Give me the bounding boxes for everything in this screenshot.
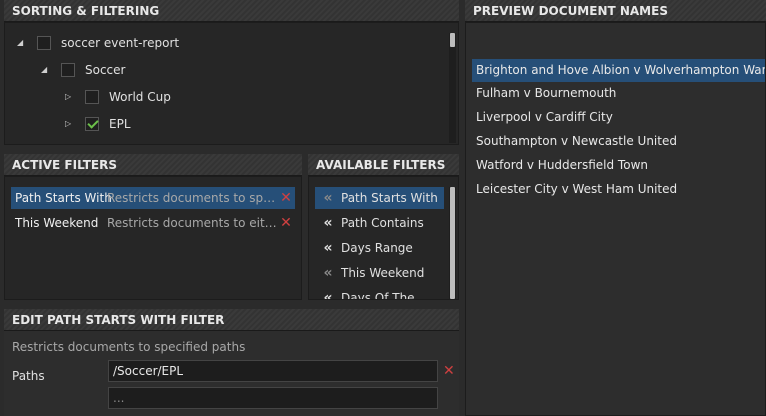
- available-filter-path-starts-with[interactable]: « Path Starts With: [315, 187, 444, 209]
- available-filter-label: Path Contains: [341, 216, 424, 230]
- preview-item[interactable]: Fulham v Bournemouth: [472, 82, 765, 105]
- active-filters-title: ACTIVE FILTERS: [4, 154, 302, 176]
- collapse-triangle-icon[interactable]: ▷: [65, 113, 75, 135]
- tree-item-soccer[interactable]: ◢ Soccer: [41, 59, 125, 81]
- collapse-triangle-icon[interactable]: ▷: [65, 86, 75, 108]
- tree-checkbox-checked[interactable]: [85, 117, 99, 131]
- available-filters-panel: AVAILABLE FILTERS « Path Starts With « P…: [308, 154, 459, 300]
- available-filter-days-range[interactable]: « Days Range: [315, 237, 444, 259]
- add-filter-icon[interactable]: «: [315, 237, 341, 259]
- active-filter-row[interactable]: Path Starts With Restricts documents to …: [11, 187, 295, 209]
- filter-name: Path Starts With: [15, 191, 112, 205]
- tree-item-label: EPL: [109, 117, 131, 131]
- add-filter-icon[interactable]: «: [315, 212, 341, 234]
- remove-filter-icon[interactable]: ✕: [277, 212, 295, 234]
- edit-filter-title: EDIT PATH STARTS WITH FILTER: [4, 309, 459, 331]
- tree-scrollbar[interactable]: [449, 33, 456, 143]
- add-filter-icon[interactable]: «: [315, 262, 341, 284]
- tree-checkbox[interactable]: [37, 36, 51, 50]
- tree-item-root[interactable]: ◢ soccer event-report: [17, 32, 179, 54]
- active-filters-panel: ACTIVE FILTERS Path Starts With Restrict…: [4, 154, 302, 300]
- available-filter-label: Days Range: [341, 241, 413, 255]
- paths-label: Paths: [12, 369, 45, 383]
- preview-item[interactable]: Watford v Huddersfield Town: [472, 154, 765, 177]
- available-filters-list: « Path Starts With « Path Contains « Day…: [308, 176, 459, 300]
- add-filter-icon[interactable]: «: [315, 287, 341, 299]
- active-filters-list: Path Starts With Restricts documents to …: [4, 176, 302, 300]
- add-filter-icon[interactable]: «: [315, 187, 341, 209]
- tree-checkbox[interactable]: [61, 63, 75, 77]
- expand-triangle-icon[interactable]: ◢: [17, 32, 27, 54]
- available-filters-title: AVAILABLE FILTERS: [308, 154, 459, 176]
- tree-view: ◢ soccer event-report ◢ Soccer ▷ World C…: [4, 22, 459, 145]
- sorting-filtering-title: SORTING & FILTERING: [4, 0, 459, 22]
- tree-item-label: Soccer: [85, 63, 126, 77]
- active-filter-row[interactable]: This Weekend Restricts documents to eith…: [11, 212, 295, 234]
- tree-item-label: World Cup: [109, 90, 171, 104]
- available-filter-label: Path Starts With: [341, 191, 438, 205]
- preview-list: Brighton and Hove Albion v Wolverhampton…: [465, 22, 766, 416]
- preview-item[interactable]: Liverpool v Cardiff City: [472, 106, 765, 129]
- preview-item[interactable]: Leicester City v West Ham United: [472, 178, 765, 201]
- preview-title: PREVIEW DOCUMENT NAMES: [465, 0, 766, 22]
- available-filter-label: Days Of The ...: [341, 291, 430, 300]
- path-input[interactable]: /Soccer/EPL: [108, 360, 438, 382]
- available-filters-scrollbar-thumb[interactable]: [450, 187, 455, 299]
- tree-item-label: soccer event-report: [61, 36, 180, 50]
- preview-panel: PREVIEW DOCUMENT NAMES Brighton and Hove…: [465, 0, 766, 416]
- available-filters-scrollbar[interactable]: [449, 187, 456, 299]
- tree-item-world-cup[interactable]: ▷ World Cup: [65, 86, 171, 108]
- tree-item-epl[interactable]: ▷ EPL: [65, 113, 131, 135]
- available-filter-label: This Weekend: [341, 266, 425, 280]
- preview-item[interactable]: Brighton and Hove Albion v Wolverhampton…: [472, 59, 765, 82]
- filter-name: This Weekend: [15, 216, 99, 230]
- preview-item[interactable]: Southampton v Newcastle United: [472, 130, 765, 153]
- available-filter-path-contains[interactable]: « Path Contains: [315, 212, 444, 234]
- filter-description: Restricts documents to speci...: [107, 191, 277, 205]
- new-path-input[interactable]: ...: [108, 387, 438, 409]
- available-filter-days-of-the[interactable]: « Days Of The ...: [315, 287, 444, 300]
- sorting-filtering-panel: SORTING & FILTERING ◢ soccer event-repor…: [4, 0, 459, 145]
- expand-triangle-icon[interactable]: ◢: [41, 59, 51, 81]
- edit-filter-panel: EDIT PATH STARTS WITH FILTER Restricts d…: [4, 309, 459, 416]
- remove-path-icon[interactable]: ✕: [443, 363, 455, 379]
- filter-description: Restricts documents to either ...: [107, 216, 277, 230]
- edit-filter-description: Restricts documents to specified paths: [12, 340, 246, 354]
- remove-filter-icon[interactable]: ✕: [277, 187, 295, 209]
- tree-checkbox[interactable]: [85, 90, 99, 104]
- available-filter-this-weekend[interactable]: « This Weekend: [315, 262, 444, 284]
- tree-scrollbar-thumb[interactable]: [450, 33, 455, 47]
